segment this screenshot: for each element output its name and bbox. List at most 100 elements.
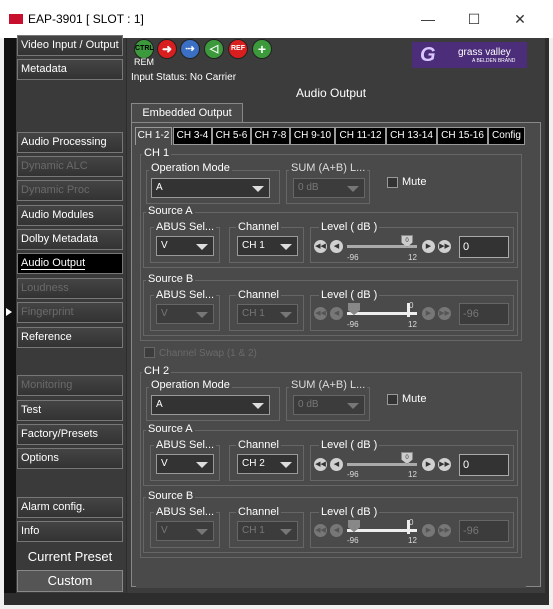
- tab-ch-3-4[interactable]: CH 3-4: [173, 127, 212, 145]
- sidebar-item-audio-processing[interactable]: Audio Processing: [17, 132, 123, 153]
- ch2-op-mode-label: Operation Mode: [149, 379, 232, 391]
- sidebar-item-dolby-metadata[interactable]: Dolby Metadata: [17, 229, 123, 250]
- sidebar-item-fingerprint: Fingerprint: [17, 302, 123, 323]
- ch2-op-mode-select[interactable]: A: [151, 395, 270, 415]
- ch1-b-level-input: -96: [459, 303, 509, 325]
- ch2-a-abus-select[interactable]: V: [156, 454, 214, 474]
- ch1-a-rewind-icon[interactable]: ◀◀: [314, 240, 327, 253]
- ch1-op-mode-select[interactable]: A: [151, 178, 270, 198]
- ch1-b-zero-marker: [407, 303, 410, 317]
- ch2-b-abus-label: ABUS Sel...: [154, 506, 217, 518]
- window-titlebar: EAP-3901 [ SLOT : 1] — ☐ ✕: [0, 0, 553, 38]
- ch1-b-channel-label: Channel: [236, 289, 281, 301]
- ch1-a-max-label: 12: [408, 253, 417, 262]
- ch2-a-abus-label: ABUS Sel...: [154, 439, 217, 451]
- ch2-b-abus-select: V: [156, 521, 214, 541]
- ch2-a-min-label: -96: [347, 470, 359, 479]
- tab-ch-9-10[interactable]: CH 9-10: [290, 127, 335, 145]
- ch2-a-fast-fwd-icon[interactable]: ▶▶: [438, 458, 451, 471]
- ch1-b-abus-label: ABUS Sel...: [154, 289, 217, 301]
- sidebar-item-dynamic-alc: Dynamic ALC: [17, 156, 123, 177]
- tab-embedded-output[interactable]: Embedded Output: [131, 103, 243, 123]
- ch1-a-step-back-icon[interactable]: ◀: [330, 240, 343, 253]
- sidebar-item-video-io[interactable]: Video Input / Output: [17, 35, 123, 56]
- maximize-button[interactable]: ☐: [454, 8, 494, 30]
- sidebar-item-monitoring: Monitoring: [17, 375, 123, 396]
- ch2-a-level-label: Level ( dB ): [319, 439, 380, 451]
- ch2-mute-label: Mute: [400, 393, 429, 405]
- sidebar-item-audio-modules[interactable]: Audio Modules: [17, 205, 123, 226]
- input-status: Input Status: No Carrier: [131, 72, 237, 83]
- ch2-b-max-label: 12: [408, 536, 417, 545]
- ch1-source-a-title: Source A: [146, 205, 195, 217]
- arrow-icon[interactable]: ➜: [157, 39, 177, 59]
- tab-ch-1-2[interactable]: CH 1-2: [135, 127, 172, 145]
- ch2-source-a-title: Source A: [146, 423, 195, 435]
- ch1-b-channel-select: CH 1: [237, 304, 298, 324]
- ch2-mute-checkbox[interactable]: [387, 394, 398, 405]
- sidebar-item-loudness: Loudness: [17, 278, 123, 299]
- ch2-b-level-input: -96: [459, 520, 509, 542]
- ch1-sum-select: 0 dB: [293, 178, 365, 198]
- tab-ch-13-14[interactable]: CH 13-14: [386, 127, 437, 145]
- ch1-mute-checkbox[interactable]: [387, 177, 398, 188]
- collapse-arrow-icon[interactable]: [6, 308, 12, 316]
- channel-swap-label: Channel Swap (1 & 2): [159, 348, 257, 359]
- ch2-sum-select: 0 dB: [293, 395, 365, 415]
- transfer-icon[interactable]: ⇢: [180, 39, 200, 59]
- tab-ch-7-8[interactable]: CH 7-8: [251, 127, 290, 145]
- brand-sub: A BELDEN BRAND: [472, 58, 516, 64]
- ch2-a-channel-select[interactable]: CH 2: [237, 454, 298, 474]
- audio-icon[interactable]: ◁: [204, 39, 224, 59]
- preset-value-button[interactable]: Custom: [17, 570, 123, 592]
- ch1-a-level-input[interactable]: 0: [459, 236, 509, 258]
- tab-config[interactable]: Config: [488, 127, 525, 145]
- ch1-b-step-fwd-icon: ▶: [422, 307, 435, 320]
- ch1-mute-label: Mute: [400, 176, 429, 188]
- sidebar-item-reference[interactable]: Reference: [17, 327, 123, 348]
- ch1-a-abus-label: ABUS Sel...: [154, 221, 217, 233]
- tab-ch-11-12[interactable]: CH 11-12: [335, 127, 386, 145]
- sidebar-item-info[interactable]: Info: [17, 521, 123, 542]
- close-button[interactable]: ✕: [500, 8, 540, 30]
- sidebar-item-metadata[interactable]: Metadata: [17, 59, 123, 80]
- ch2-a-level-input[interactable]: 0: [459, 454, 509, 476]
- tab-ch-15-16[interactable]: CH 15-16: [437, 127, 488, 145]
- ch2-b-min-label: -96: [347, 536, 359, 545]
- ch1-a-abus-select[interactable]: V: [156, 236, 214, 256]
- ch1-source-b-title: Source B: [146, 273, 196, 285]
- ch2-a-step-back-icon[interactable]: ◀: [330, 458, 343, 471]
- ch2-title: CH 2: [142, 365, 172, 377]
- ch1-a-channel-select[interactable]: CH 1: [237, 236, 298, 256]
- ch1-title: CH 1: [142, 147, 172, 159]
- ch2-sum-label: SUM (A+B) L...: [289, 379, 368, 391]
- ch1-a-fast-fwd-icon[interactable]: ▶▶: [438, 240, 451, 253]
- ctrl-icon[interactable]: CTRL: [134, 39, 154, 59]
- ch2-a-step-fwd-icon[interactable]: ▶: [422, 458, 435, 471]
- minimize-button[interactable]: —: [408, 8, 448, 30]
- gv-logo-icon: G: [420, 44, 436, 66]
- ref-icon[interactable]: REF: [228, 39, 248, 59]
- sidebar-item-factory-presets[interactable]: Factory/Presets: [17, 424, 123, 445]
- sidebar-item-options[interactable]: Options: [17, 448, 123, 469]
- ch2-b-channel-select: CH 1: [237, 521, 298, 541]
- ch2-a-max-label: 12: [408, 470, 417, 479]
- sidebar-item-test[interactable]: Test: [17, 400, 123, 421]
- channel-swap-checkbox: [144, 347, 155, 358]
- add-icon[interactable]: +: [252, 39, 272, 59]
- ch1-a-step-fwd-icon[interactable]: ▶: [422, 240, 435, 253]
- sidebar-item-dynamic-proc: Dynamic Proc: [17, 180, 123, 201]
- sidebar-item-label: Audio Output: [21, 257, 86, 270]
- app-icon: [9, 14, 23, 24]
- current-preset-label: Current Preset: [17, 546, 123, 568]
- ch2-a-rewind-icon[interactable]: ◀◀: [314, 458, 327, 471]
- sidebar-item-alarm-config[interactable]: Alarm config.: [17, 497, 123, 518]
- tab-ch-5-6[interactable]: CH 5-6: [212, 127, 251, 145]
- ch2-b-zero-marker: [407, 520, 410, 534]
- sidebar-item-audio-output[interactable]: Audio Output: [17, 253, 123, 274]
- ch1-b-min-label: -96: [347, 320, 359, 329]
- ch2-b-step-back-icon: ◀: [330, 524, 343, 537]
- brand-name: grass valley: [458, 47, 511, 58]
- ch2-b-rewind-icon: ◀◀: [314, 524, 327, 537]
- grass-valley-logo: G grass valley A BELDEN BRAND: [412, 42, 527, 68]
